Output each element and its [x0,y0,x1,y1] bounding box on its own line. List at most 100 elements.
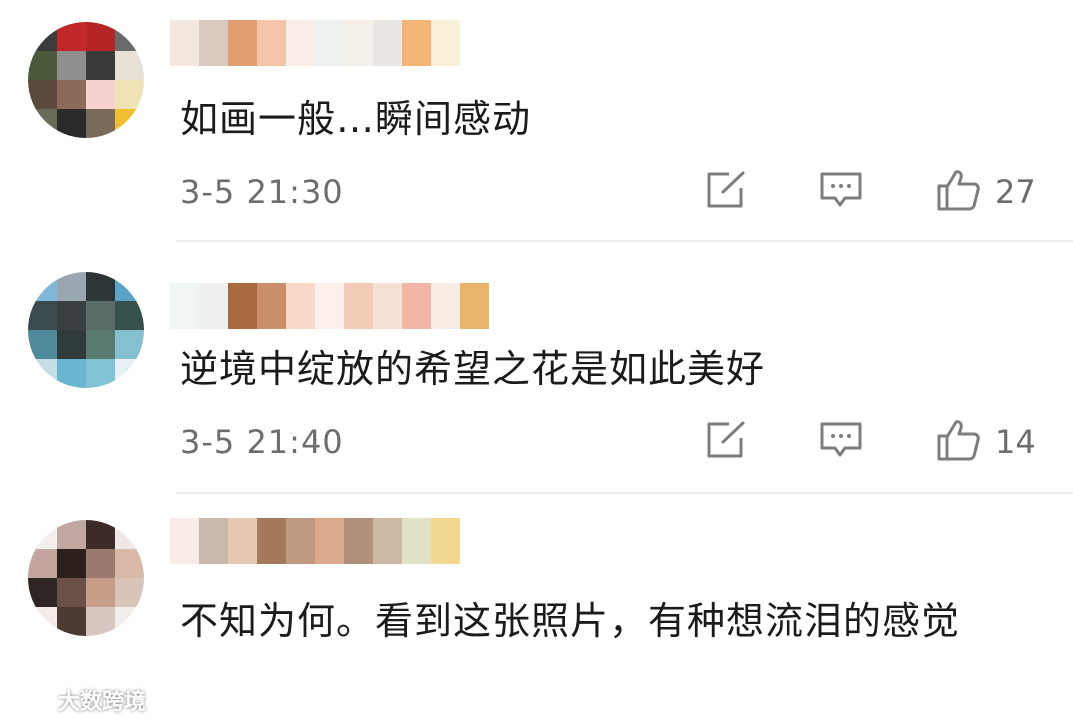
username-mosaic-tile [315,20,344,66]
avatar-mosaic-tile [28,520,57,549]
avatar-mosaic-tile [28,22,57,51]
avatar-mosaic-tile [115,109,144,138]
divider [176,240,1073,242]
avatar-mosaic-tile [115,549,144,578]
comment-time: 3-5 21:40 [180,423,344,461]
username-mosaic-tile [228,283,257,329]
username-mosaic-tile [257,283,286,329]
avatar-mosaic-tile [28,549,57,578]
avatar-mosaic-tile [57,22,86,51]
avatar-mosaic-tile [57,549,86,578]
avatar-mosaic-tile [86,359,115,388]
username-mosaic-tile [344,518,373,564]
avatar-mosaic-tile [86,549,115,578]
avatar-mosaic-tile [115,80,144,109]
avatar-mosaic-tile [28,301,57,330]
avatar-mosaic-tile [28,51,57,80]
comment-text: 如画一般…瞬间感动 [180,97,532,141]
avatar-mosaic-tile [86,520,115,549]
username-mosaic-tile [257,20,286,66]
watermark: 大数跨境 [8,684,146,716]
avatar-mosaic-tile [28,607,57,636]
avatar-mosaic-tile [86,330,115,359]
comment-icon[interactable] [819,170,863,214]
comment-time: 3-5 21:30 [180,173,344,211]
avatar[interactable] [28,272,144,388]
avatar-mosaic-tile [86,301,115,330]
username-mosaic-tile [228,20,257,66]
avatar[interactable] [28,520,144,636]
avatar-mosaic-tile [57,272,86,301]
username-mosaic-tile [257,518,286,564]
avatar-mosaic-tile [115,51,144,80]
username-mosaic-tile [402,20,431,66]
username-mosaic-tile [228,518,257,564]
divider [176,492,1073,494]
avatar-mosaic-tile [28,578,57,607]
username-mosaic-tile [344,20,373,66]
username-blurred[interactable] [170,283,489,329]
avatar-mosaic-tile [115,359,144,388]
username-mosaic-tile [286,20,315,66]
username-mosaic-tile [199,20,228,66]
avatar-mosaic-tile [86,578,115,607]
username-mosaic-tile [315,283,344,329]
username-blurred[interactable] [170,518,460,564]
avatar-mosaic-tile [86,80,115,109]
username-mosaic-tile [373,518,402,564]
avatar-mosaic-tile [86,109,115,138]
avatar-mosaic-tile [115,330,144,359]
avatar-mosaic-tile [57,301,86,330]
username-mosaic-tile [373,20,402,66]
repost-icon[interactable] [705,420,747,464]
avatar-mosaic-tile [57,607,86,636]
username-mosaic-tile [402,283,431,329]
watermark-text: 大数跨境 [58,690,147,715]
username-mosaic-tile [170,518,199,564]
avatar-mosaic-tile [115,520,144,549]
avatar-mosaic-tile [86,272,115,301]
comment-text: 逆境中绽放的希望之花是如此美好 [180,347,766,391]
avatar-mosaic-tile [57,51,86,80]
username-mosaic-tile [315,518,344,564]
username-mosaic-tile [431,20,460,66]
avatar-mosaic-tile [57,359,86,388]
username-mosaic-tile [170,283,199,329]
comment-actions: 14 [705,420,1037,464]
comment-actions: 27 [705,170,1037,214]
avatar-mosaic-tile [28,109,57,138]
avatar-mosaic-tile [57,330,86,359]
comment-text: 不知为何。看到这张照片，有种想流泪的感觉 [180,599,961,643]
avatar-mosaic-tile [86,51,115,80]
avatar-mosaic-tile [57,109,86,138]
username-mosaic-tile [373,283,402,329]
username-mosaic-tile [199,283,228,329]
avatar-mosaic-tile [115,301,144,330]
avatar-mosaic-tile [28,359,57,388]
avatar-mosaic-tile [57,80,86,109]
avatar-mosaic-tile [57,520,86,549]
username-mosaic-tile [199,518,228,564]
avatar-mosaic-tile [28,330,57,359]
avatar-mosaic-tile [57,578,86,607]
comment-icon[interactable] [819,420,863,464]
username-mosaic-tile [460,283,489,329]
repost-icon[interactable] [705,170,747,214]
avatar-mosaic-tile [115,22,144,51]
avatar-mosaic-tile [115,607,144,636]
avatar-mosaic-tile [115,578,144,607]
avatar-mosaic-tile [28,272,57,301]
comment-meta: 3-5 21:40 14 [180,420,1037,464]
thumbs-up-icon[interactable] [935,418,981,466]
avatar-mosaic-tile [115,272,144,301]
thumbs-up-icon[interactable] [935,168,981,216]
username-mosaic-tile [286,283,315,329]
avatar-mosaic-tile [86,22,115,51]
username-mosaic-tile [431,518,460,564]
username-blurred[interactable] [170,20,460,66]
username-mosaic-tile [431,283,460,329]
username-mosaic-tile [344,283,373,329]
avatar[interactable] [28,22,144,138]
avatar-mosaic-tile [28,80,57,109]
watermark-logo-icon [10,688,52,711]
